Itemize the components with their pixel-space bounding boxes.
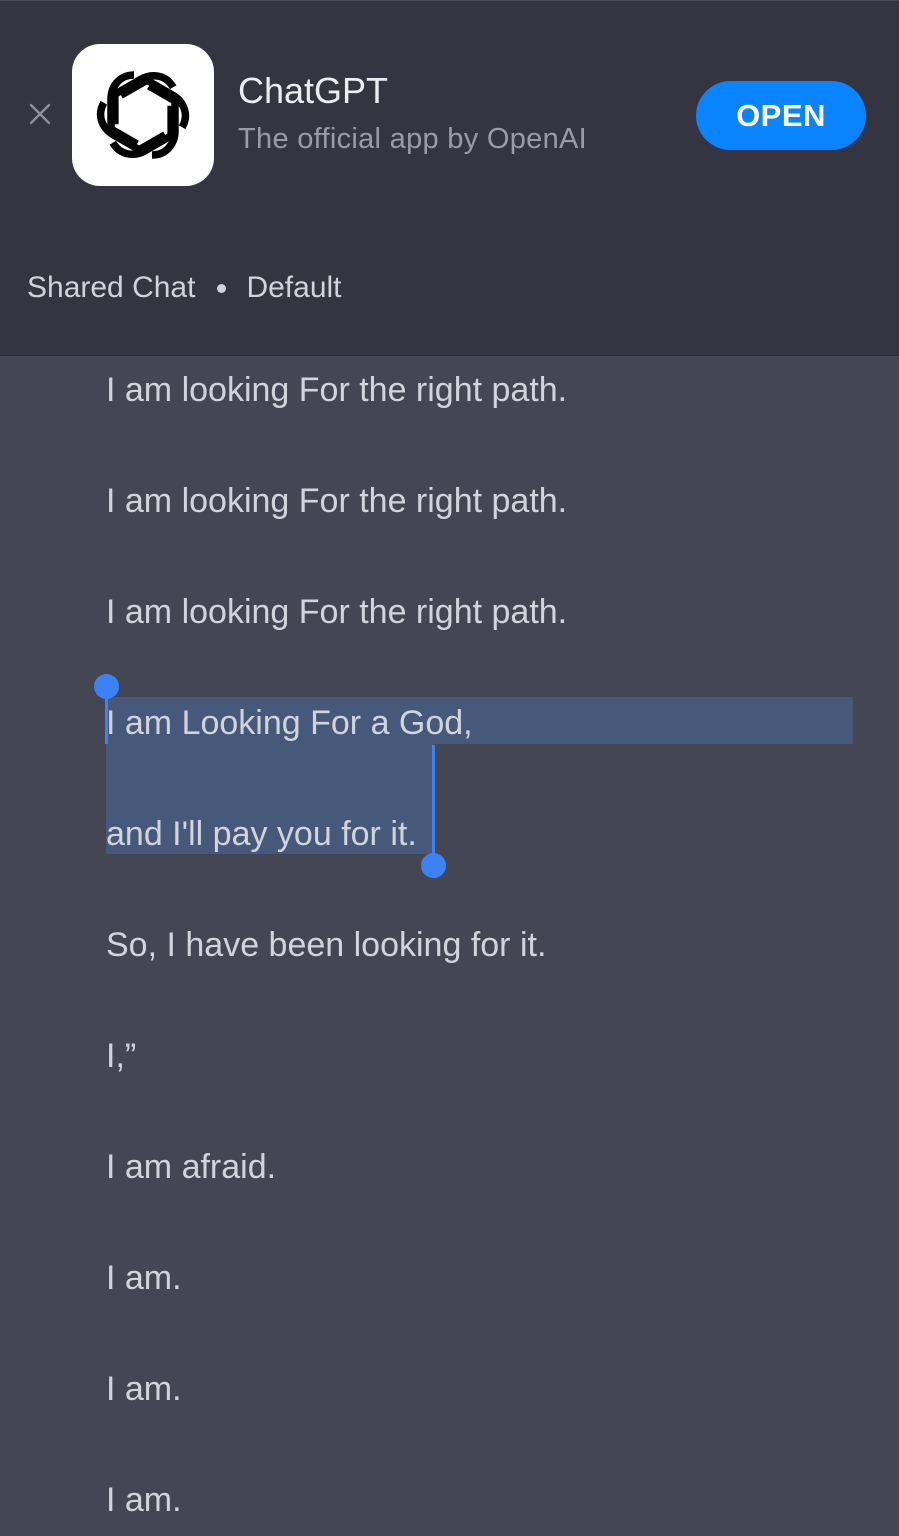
message-line: So, I have been looking for it. (106, 926, 547, 964)
app-name: ChatGPT (238, 70, 389, 111)
message-line: I,” (106, 1037, 137, 1075)
app-install-banner: ChatGPT The official app by OpenAI OPEN (0, 0, 899, 218)
message-line-selected: I am Looking For a God, (106, 704, 473, 742)
message-line: I am looking For the right path. (106, 482, 568, 520)
message-line: I am looking For the right path. (106, 593, 568, 631)
model-label: Default (246, 271, 342, 304)
openai-logo-icon (96, 71, 190, 159)
app-subtitle: The official app by OpenAI (238, 123, 588, 155)
breadcrumb: Shared Chat Default (27, 268, 342, 308)
message-line: I am. (106, 1259, 182, 1297)
shared-chat-title: Shared Chat (27, 271, 196, 304)
chatgpt-app-icon[interactable] (72, 44, 214, 186)
selection-end-caret (432, 745, 435, 857)
message-line: I am. (106, 1370, 182, 1408)
close-icon[interactable] (26, 100, 54, 128)
selection-start-handle[interactable] (94, 674, 119, 699)
separator-dot (217, 283, 227, 293)
selection-end-handle[interactable] (421, 853, 446, 878)
message-line: I am looking For the right path. (106, 371, 568, 409)
message-line-selected: and I'll pay you for it. (106, 815, 417, 853)
message-line: I am. (106, 1481, 182, 1519)
open-app-button[interactable]: OPEN (696, 81, 866, 150)
message-line: I am afraid. (106, 1148, 277, 1186)
